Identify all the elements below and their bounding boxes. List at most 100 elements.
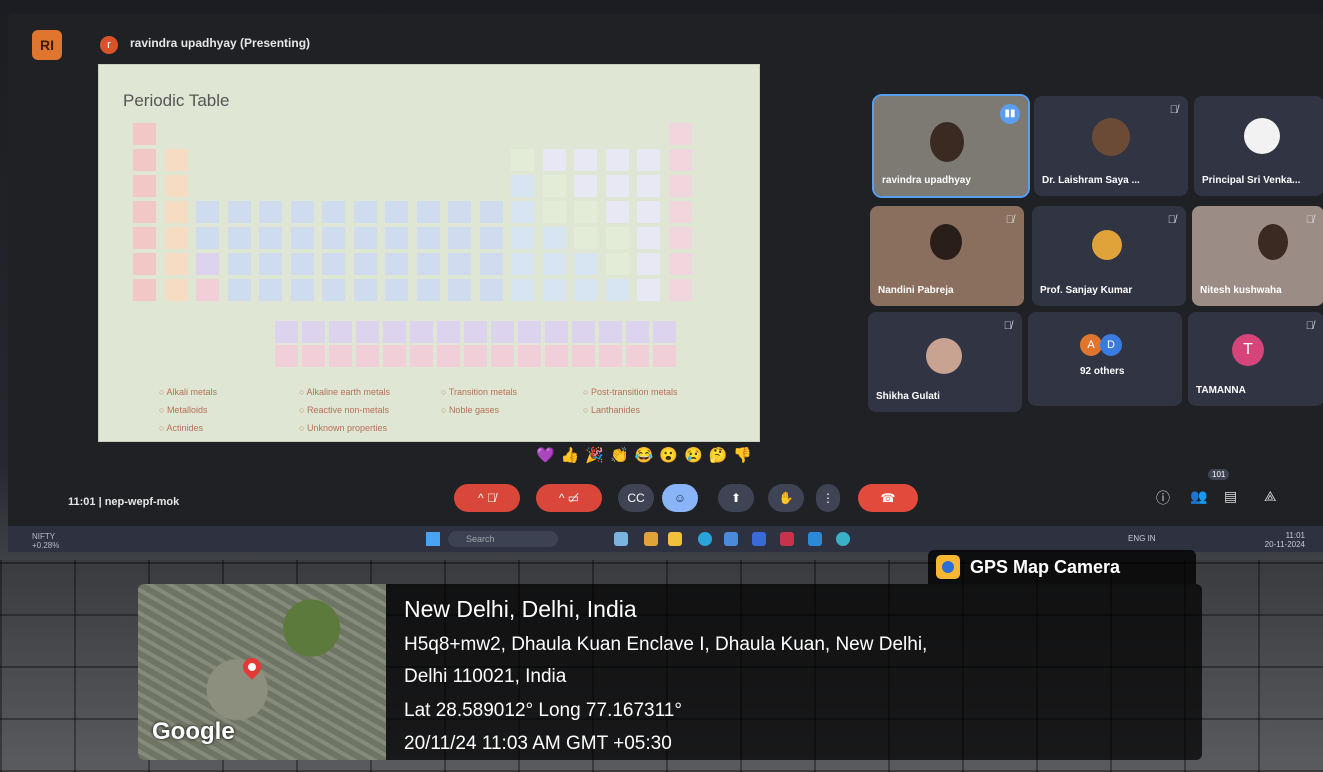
- element-cell: [410, 321, 433, 343]
- legend-item: Metalloids: [159, 405, 208, 415]
- file-explorer-icon[interactable]: [668, 532, 682, 546]
- element-cell: [572, 345, 595, 367]
- taskbar-clock[interactable]: 11:01 20-11-2024: [1265, 531, 1305, 549]
- element-cell: [599, 345, 622, 367]
- element-cell: [322, 253, 345, 275]
- element-cell: [385, 253, 408, 275]
- element-cell: [437, 345, 460, 367]
- element-cell: [605, 227, 629, 249]
- app-icon[interactable]: [752, 532, 766, 546]
- element-cell: [542, 201, 566, 223]
- others-count: 92 others: [1080, 366, 1125, 377]
- activities-icon[interactable]: ⟁: [1264, 488, 1277, 505]
- legend-item: Post-transition metals: [583, 387, 678, 397]
- element-cell: [511, 279, 534, 301]
- widget-icon[interactable]: [614, 532, 628, 546]
- element-cell: [511, 227, 534, 249]
- element-cell: [668, 227, 692, 249]
- windows-taskbar: NIFTY +0.28% Search ENG IN 11:01 20-11-2…: [8, 526, 1323, 552]
- legend-item: Actinides: [159, 423, 203, 433]
- participant-name: TAMANNA: [1196, 385, 1246, 396]
- element-cell: [511, 201, 534, 223]
- presenter-avatar: r: [100, 36, 118, 54]
- mic-toggle-button[interactable]: ^ 🎙̸: [454, 484, 520, 512]
- app-icon[interactable]: [644, 532, 658, 546]
- chat-icon[interactable]: ▤: [1224, 488, 1237, 505]
- element-cell: [479, 227, 503, 249]
- legend-item: Unknown properties: [299, 423, 387, 433]
- presenter-label: ravindra upadhyay (Presenting): [130, 36, 311, 50]
- element-cell: [491, 321, 514, 343]
- element-cell: [574, 201, 597, 223]
- region-code: IN: [1147, 534, 1156, 543]
- participant-name: Principal Sri Venka...: [1202, 175, 1301, 186]
- element-cell: [479, 201, 503, 223]
- element-cell: [599, 321, 622, 343]
- legend-item: Alkali metals: [159, 387, 217, 397]
- info-icon[interactable]: ⓘ: [1156, 488, 1170, 508]
- element-cell: [605, 175, 629, 197]
- element-cell: [653, 321, 676, 343]
- reaction-bar[interactable]: 💜👍🎉👏😂😮😢🤔👎: [536, 446, 758, 464]
- element-cell: [353, 227, 377, 249]
- end-call-button[interactable]: ☎: [858, 484, 918, 512]
- participant-tile[interactable]: T 🎙̸ TAMANNA: [1188, 312, 1323, 406]
- keyboard-language[interactable]: ENG IN: [1128, 534, 1156, 543]
- more-options-button[interactable]: ⋮: [816, 484, 840, 512]
- element-cell: [133, 279, 156, 301]
- element-cell: [448, 279, 471, 301]
- legend-item: Noble gases: [441, 405, 499, 415]
- participant-video: [1258, 224, 1288, 260]
- element-cell: [605, 253, 629, 275]
- element-cell: [542, 149, 566, 171]
- gps-city: New Delhi, Delhi, India: [404, 596, 637, 622]
- element-cell: [626, 321, 649, 343]
- participant-tile[interactable]: ravindra upadhyay ▮▮: [872, 94, 1030, 198]
- present-button[interactable]: ⬆: [718, 484, 754, 512]
- element-cell: [290, 201, 314, 223]
- participant-tile[interactable]: 🎙̸ Nitesh kushwaha: [1192, 206, 1323, 306]
- legend-item: Reactive non-metals: [299, 405, 389, 415]
- raise-hand-button[interactable]: ✋: [768, 484, 804, 512]
- element-cell: [653, 345, 676, 367]
- app-icon[interactable]: [780, 532, 794, 546]
- edge-browser-icon[interactable]: [698, 532, 712, 546]
- participant-name: Dr. Laishram Saya ...: [1042, 175, 1140, 186]
- element-cell: [542, 253, 566, 275]
- taskbar-search[interactable]: Search: [448, 531, 558, 547]
- element-cell: [290, 227, 314, 249]
- element-cell: [574, 227, 597, 249]
- others-tile[interactable]: A D 92 others: [1028, 312, 1182, 406]
- app-icon[interactable]: [808, 532, 822, 546]
- participant-video: [930, 122, 964, 162]
- element-cell: [448, 227, 471, 249]
- gps-coordinates: Lat 28.589012° Long 77.167311°: [404, 700, 682, 721]
- participant-tile[interactable]: Principal Sri Venka...: [1194, 96, 1323, 196]
- chrome-icon[interactable]: [836, 532, 850, 546]
- mic-off-icon: 🎙̸: [1003, 320, 1012, 332]
- captions-button[interactable]: CC: [618, 484, 654, 512]
- stock-widget[interactable]: NIFTY +0.28%: [32, 532, 59, 550]
- element-cell: [637, 279, 660, 301]
- clock-date: 20-11-2024: [1264, 540, 1305, 549]
- gps-app-label: GPS Map Camera: [928, 550, 1196, 584]
- meeting-logo-button[interactable]: RI: [32, 30, 62, 60]
- participant-tile[interactable]: 🎙̸ Shikha Gulati: [868, 312, 1022, 412]
- participant-tile[interactable]: 🎙̸ Prof. Sanjay Kumar: [1032, 206, 1186, 306]
- participant-tile[interactable]: 🎙̸ Dr. Laishram Saya ...: [1034, 96, 1188, 196]
- element-cell: [668, 123, 692, 145]
- clock-time: 11:01: [1285, 531, 1305, 540]
- element-cell: [227, 201, 251, 223]
- element-cell: [353, 279, 377, 301]
- camera-toggle-button[interactable]: ^ ▭̸: [536, 484, 602, 512]
- participant-tile[interactable]: 🎙̸ Nandini Pabreja: [870, 206, 1024, 306]
- element-cell: [626, 345, 649, 367]
- people-icon[interactable]: 👥: [1190, 488, 1207, 505]
- participant-video: [930, 224, 962, 260]
- store-icon[interactable]: [724, 532, 738, 546]
- emoji-button[interactable]: ☺: [662, 484, 698, 512]
- participant-avatar: [926, 338, 962, 374]
- element-cell: [259, 253, 282, 275]
- windows-start-icon[interactable]: [426, 532, 440, 546]
- element-cell: [637, 253, 660, 275]
